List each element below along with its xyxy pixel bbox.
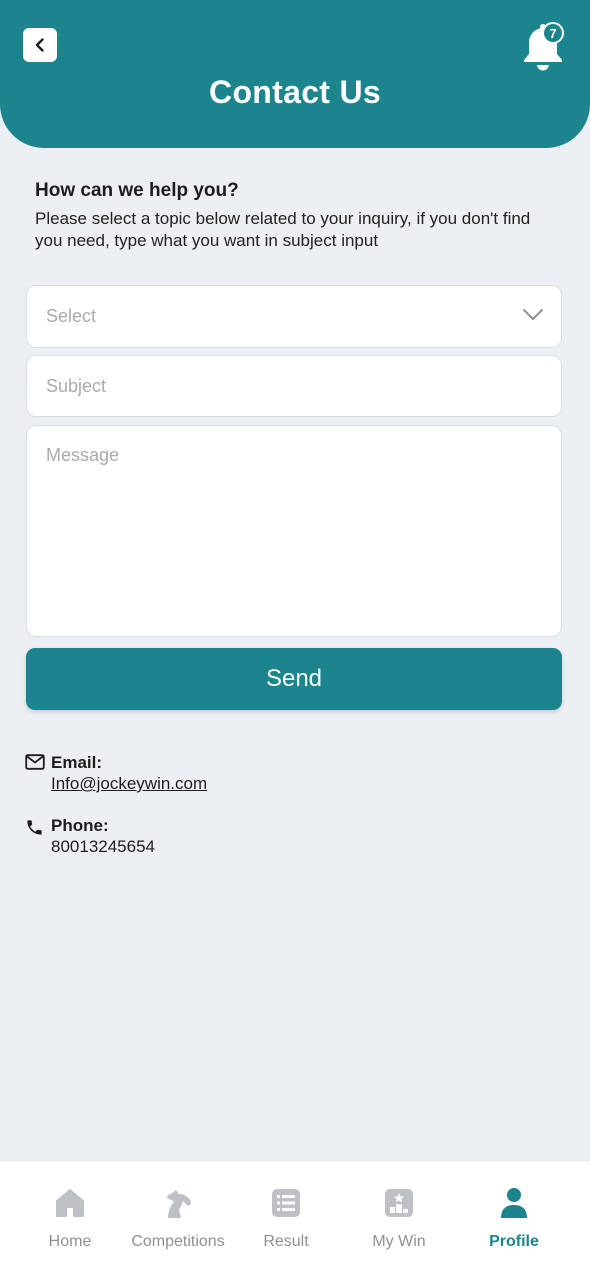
subject-input[interactable]: [46, 356, 561, 416]
nav-label-my-win: My Win: [372, 1233, 426, 1250]
back-button[interactable]: [23, 28, 57, 62]
notification-badge: 7: [542, 22, 564, 44]
chevron-left-icon: [35, 38, 44, 52]
trophy-icon: [385, 1189, 413, 1217]
list-icon: [272, 1189, 300, 1217]
subject-field[interactable]: [26, 355, 562, 417]
topic-select[interactable]: Select: [26, 285, 562, 348]
email-link[interactable]: Info@jockeywin.com: [51, 774, 207, 794]
horse-icon: [167, 1190, 191, 1218]
phone-label: Phone:: [51, 816, 109, 835]
nav-label-result: Result: [263, 1233, 309, 1250]
send-button[interactable]: Send: [26, 648, 562, 710]
nav-label-competitions: Competitions: [131, 1233, 225, 1250]
topic-select-value: Select: [46, 306, 97, 326]
page-title: Contact Us: [209, 74, 381, 110]
nav-item-profile[interactable]: Profile: [464, 1161, 564, 1280]
message-field[interactable]: [26, 425, 562, 637]
nav-label-home: Home: [48, 1233, 92, 1250]
message-input[interactable]: [46, 445, 561, 630]
phone-value: 80013245654: [51, 837, 156, 856]
nav-item-my-win[interactable]: My Win: [349, 1161, 449, 1280]
user-icon: [501, 1188, 527, 1218]
help-heading: How can we help you?: [35, 180, 239, 201]
phone-icon: [27, 820, 42, 835]
nav-label-profile: Profile: [489, 1233, 539, 1250]
nav-item-result[interactable]: Result: [236, 1161, 336, 1280]
nav-item-competitions[interactable]: Competitions: [122, 1161, 234, 1280]
header-bar: 7 Contact Us: [0, 0, 590, 148]
nav-item-home[interactable]: Home: [20, 1161, 120, 1280]
email-label: Email:: [51, 753, 103, 772]
home-icon: [56, 1189, 84, 1217]
bottom-nav: Home Competitions Result My Win Profile: [0, 1160, 590, 1280]
help-description: Please select a topic below related to y…: [35, 209, 531, 250]
chevron-down-icon: [523, 309, 543, 320]
mail-icon: [25, 754, 45, 770]
